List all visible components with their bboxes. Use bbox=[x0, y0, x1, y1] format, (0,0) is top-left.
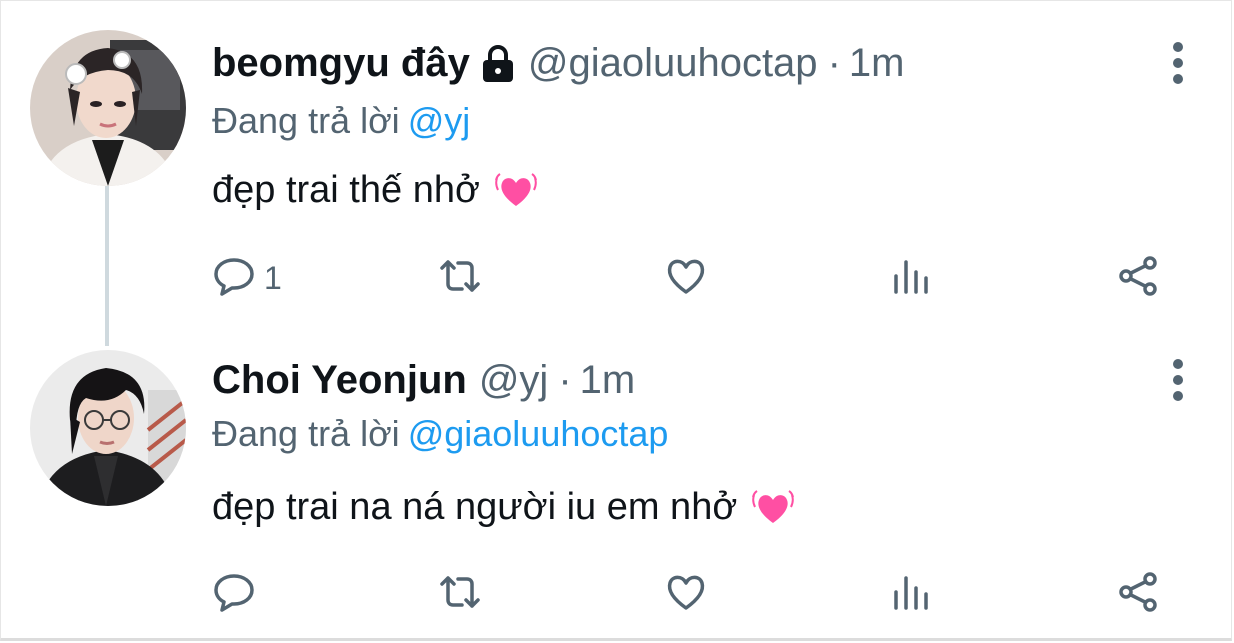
mention-link[interactable]: @yj bbox=[408, 100, 471, 141]
retweet-button[interactable] bbox=[438, 254, 482, 302]
tweet-time[interactable]: 1m bbox=[580, 356, 636, 404]
like-heart-icon bbox=[664, 254, 708, 303]
reply-icon bbox=[212, 254, 256, 303]
display-name[interactable]: Choi Yeonjun bbox=[212, 356, 467, 404]
retweet-icon bbox=[438, 570, 482, 619]
share-icon bbox=[1116, 254, 1160, 303]
retweet-button[interactable] bbox=[438, 570, 482, 618]
thread-connector-line bbox=[105, 186, 109, 346]
tweet-header: beomgyu đây @giaoluuhoctap · 1m bbox=[212, 39, 904, 87]
tweet-time[interactable]: 1m bbox=[849, 39, 905, 87]
analytics-icon bbox=[890, 254, 934, 303]
avatar-beomgyu[interactable] bbox=[30, 30, 186, 186]
more-vertical-icon[interactable] bbox=[1172, 41, 1184, 85]
replying-prefix: Đang trả lời bbox=[212, 100, 400, 141]
separator-dot: · bbox=[827, 41, 841, 85]
tweet-text-content: đẹp trai na ná người iu em nhở bbox=[212, 486, 738, 528]
analytics-button[interactable] bbox=[890, 570, 934, 618]
avatar-yeonjun[interactable] bbox=[30, 350, 186, 506]
like-heart-icon bbox=[664, 570, 708, 619]
tweet-header: Choi Yeonjun @yj · 1m bbox=[212, 356, 635, 404]
retweet-icon bbox=[438, 254, 482, 303]
like-button[interactable] bbox=[664, 254, 708, 302]
like-button[interactable] bbox=[664, 570, 708, 618]
tweet-text: đẹp trai na ná người iu em nhở bbox=[212, 483, 795, 531]
pink-heart-emoji bbox=[751, 485, 795, 529]
separator-dot: · bbox=[558, 358, 572, 402]
reply-icon bbox=[212, 570, 256, 619]
more-vertical-icon[interactable] bbox=[1172, 358, 1184, 402]
share-button[interactable] bbox=[1116, 254, 1160, 302]
user-handle[interactable]: @yj bbox=[479, 356, 549, 404]
pink-heart-emoji bbox=[494, 168, 538, 212]
reply-button[interactable] bbox=[212, 570, 264, 618]
tweet-actions bbox=[212, 570, 1172, 618]
tweet-actions: 1 bbox=[212, 254, 1172, 302]
share-icon bbox=[1116, 570, 1160, 619]
lock-icon bbox=[480, 43, 516, 83]
display-name[interactable]: beomgyu đây bbox=[212, 39, 470, 87]
analytics-button[interactable] bbox=[890, 254, 934, 302]
reply-count: 1 bbox=[264, 259, 282, 296]
user-handle[interactable]: @giaoluuhoctap bbox=[528, 39, 818, 87]
mention-link[interactable]: @giaoluuhoctap bbox=[408, 413, 669, 454]
reply-button[interactable]: 1 bbox=[212, 254, 282, 302]
replying-to-line: Đang trả lời @giaoluuhoctap bbox=[212, 412, 668, 456]
tweet-text: đẹp trai thế nhở bbox=[212, 166, 538, 214]
share-button[interactable] bbox=[1116, 570, 1160, 618]
replying-prefix: Đang trả lời bbox=[212, 413, 400, 454]
analytics-icon bbox=[890, 570, 934, 619]
tweet-text-content: đẹp trai thế nhở bbox=[212, 169, 480, 211]
replying-to-line: Đang trả lời @yj bbox=[212, 99, 470, 143]
